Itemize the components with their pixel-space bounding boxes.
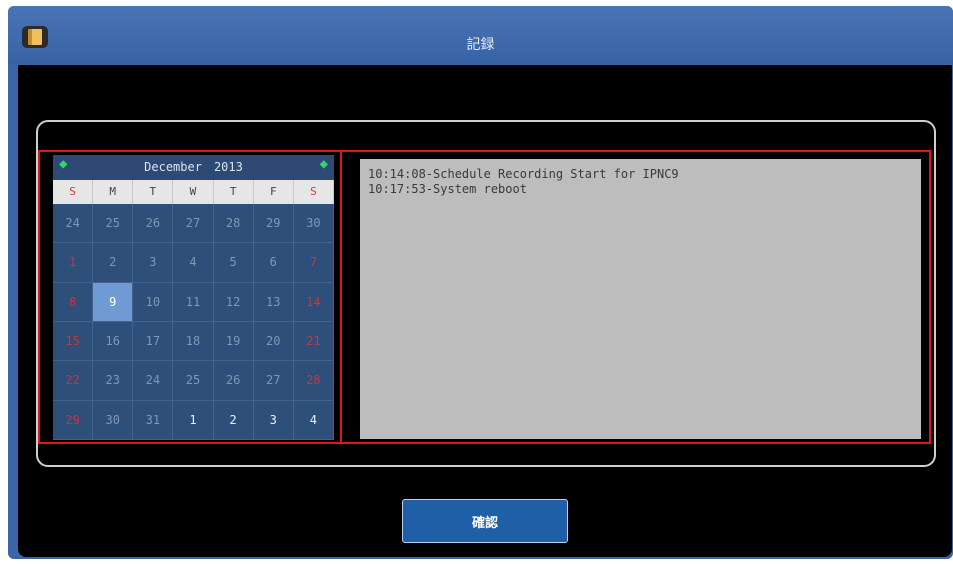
confirm-button[interactable]: 確認 [402,499,568,543]
log-highlight-outline [340,150,931,444]
content-area: ◆ December2013 ◆ S M T W T F S 24 25 26 [18,65,952,557]
window-title: 記録 [466,37,495,53]
record-window: 記録 ◆ December 2013 ◆ S M T W T F S 24 25… [8,6,953,559]
calendar-highlight-outline [38,150,342,444]
title-bar: 記録 [8,6,953,64]
